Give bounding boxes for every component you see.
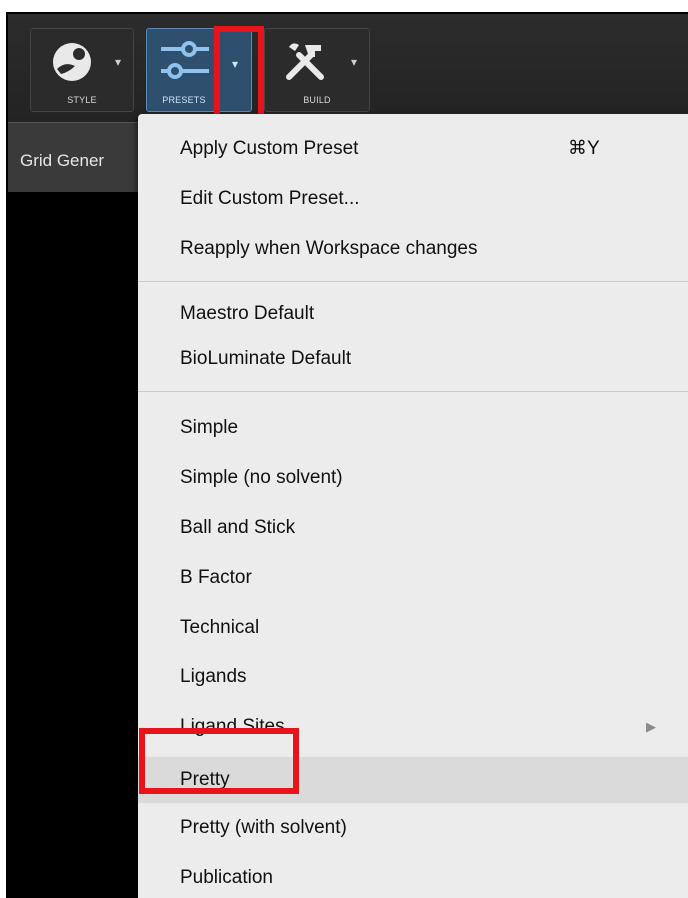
menu-item-label: Reapply when Workspace changes [180,238,478,259]
pretty-item-highlight [139,728,299,794]
menu-item-label: Pretty (with solvent) [180,817,347,838]
menu-item-pretty-with-solvent[interactable]: Pretty (with solvent) [138,808,688,848]
shortcut-label: ⌘Y [568,138,600,159]
menu-separator [138,391,688,392]
menu-item-label: Maestro Default [180,303,315,324]
style-dropdown-icon[interactable]: ▾ [115,55,121,69]
menu-item-reapply-workspace[interactable]: Reapply when Workspace changes [138,229,688,269]
build-dropdown-icon[interactable]: ▾ [351,55,357,69]
style-icon [49,39,95,90]
menu-item-b-factor[interactable]: B Factor [138,558,688,598]
menu-item-ligands[interactable]: Ligands [138,657,688,697]
menu-separator [138,281,688,282]
build-label: BUILD [303,95,331,105]
menu-item-apply-custom-preset[interactable]: Apply Custom Preset ⌘Y [138,129,688,169]
menu-item-label: Simple [180,417,239,438]
style-label: STYLE [67,95,97,105]
menu-item-maestro-default[interactable]: Maestro Default [138,294,688,334]
style-button[interactable]: ▾ STYLE [30,28,134,112]
menu-item-simple-no-solvent[interactable]: Simple (no solvent) [138,458,688,498]
menu-item-label: BioLuminate Default [180,348,352,369]
menu-item-bioluminate-default[interactable]: BioLuminate Default [138,339,688,379]
menu-item-label: Publication [180,867,273,888]
app-window: ▾ STYLE ▾ PRESETS ▾ BUILD Grid Gener App… [6,12,688,898]
menu-item-label: Ball and Stick [180,517,296,538]
menu-item-label: Simple (no solvent) [180,467,343,488]
menu-item-label: B Factor [180,567,252,588]
sliders-icon [159,39,211,88]
build-button[interactable]: ▾ BUILD [264,28,370,112]
menu-item-label: Edit Custom Preset... [180,188,360,209]
menu-item-simple[interactable]: Simple [138,408,688,448]
grid-generation-tab[interactable]: Grid Gener [20,151,104,171]
submenu-arrow-icon: ▶ [646,719,656,734]
menu-item-ball-and-stick[interactable]: Ball and Stick [138,508,688,548]
menu-item-publication[interactable]: Publication [138,858,688,898]
menu-item-label: Apply Custom Preset [180,138,359,159]
build-tools-icon [281,37,329,90]
toolbar: ▾ STYLE ▾ PRESETS ▾ BUILD [8,14,688,126]
menu-item-edit-custom-preset[interactable]: Edit Custom Preset... [138,179,688,219]
menu-item-label: Ligands [180,666,247,687]
menu-item-technical[interactable]: Technical [138,608,688,648]
menu-item-label: Technical [180,617,260,638]
presets-dropdown-highlight [214,26,264,126]
page-frame: ▾ STYLE ▾ PRESETS ▾ BUILD Grid Gener App… [0,0,688,898]
